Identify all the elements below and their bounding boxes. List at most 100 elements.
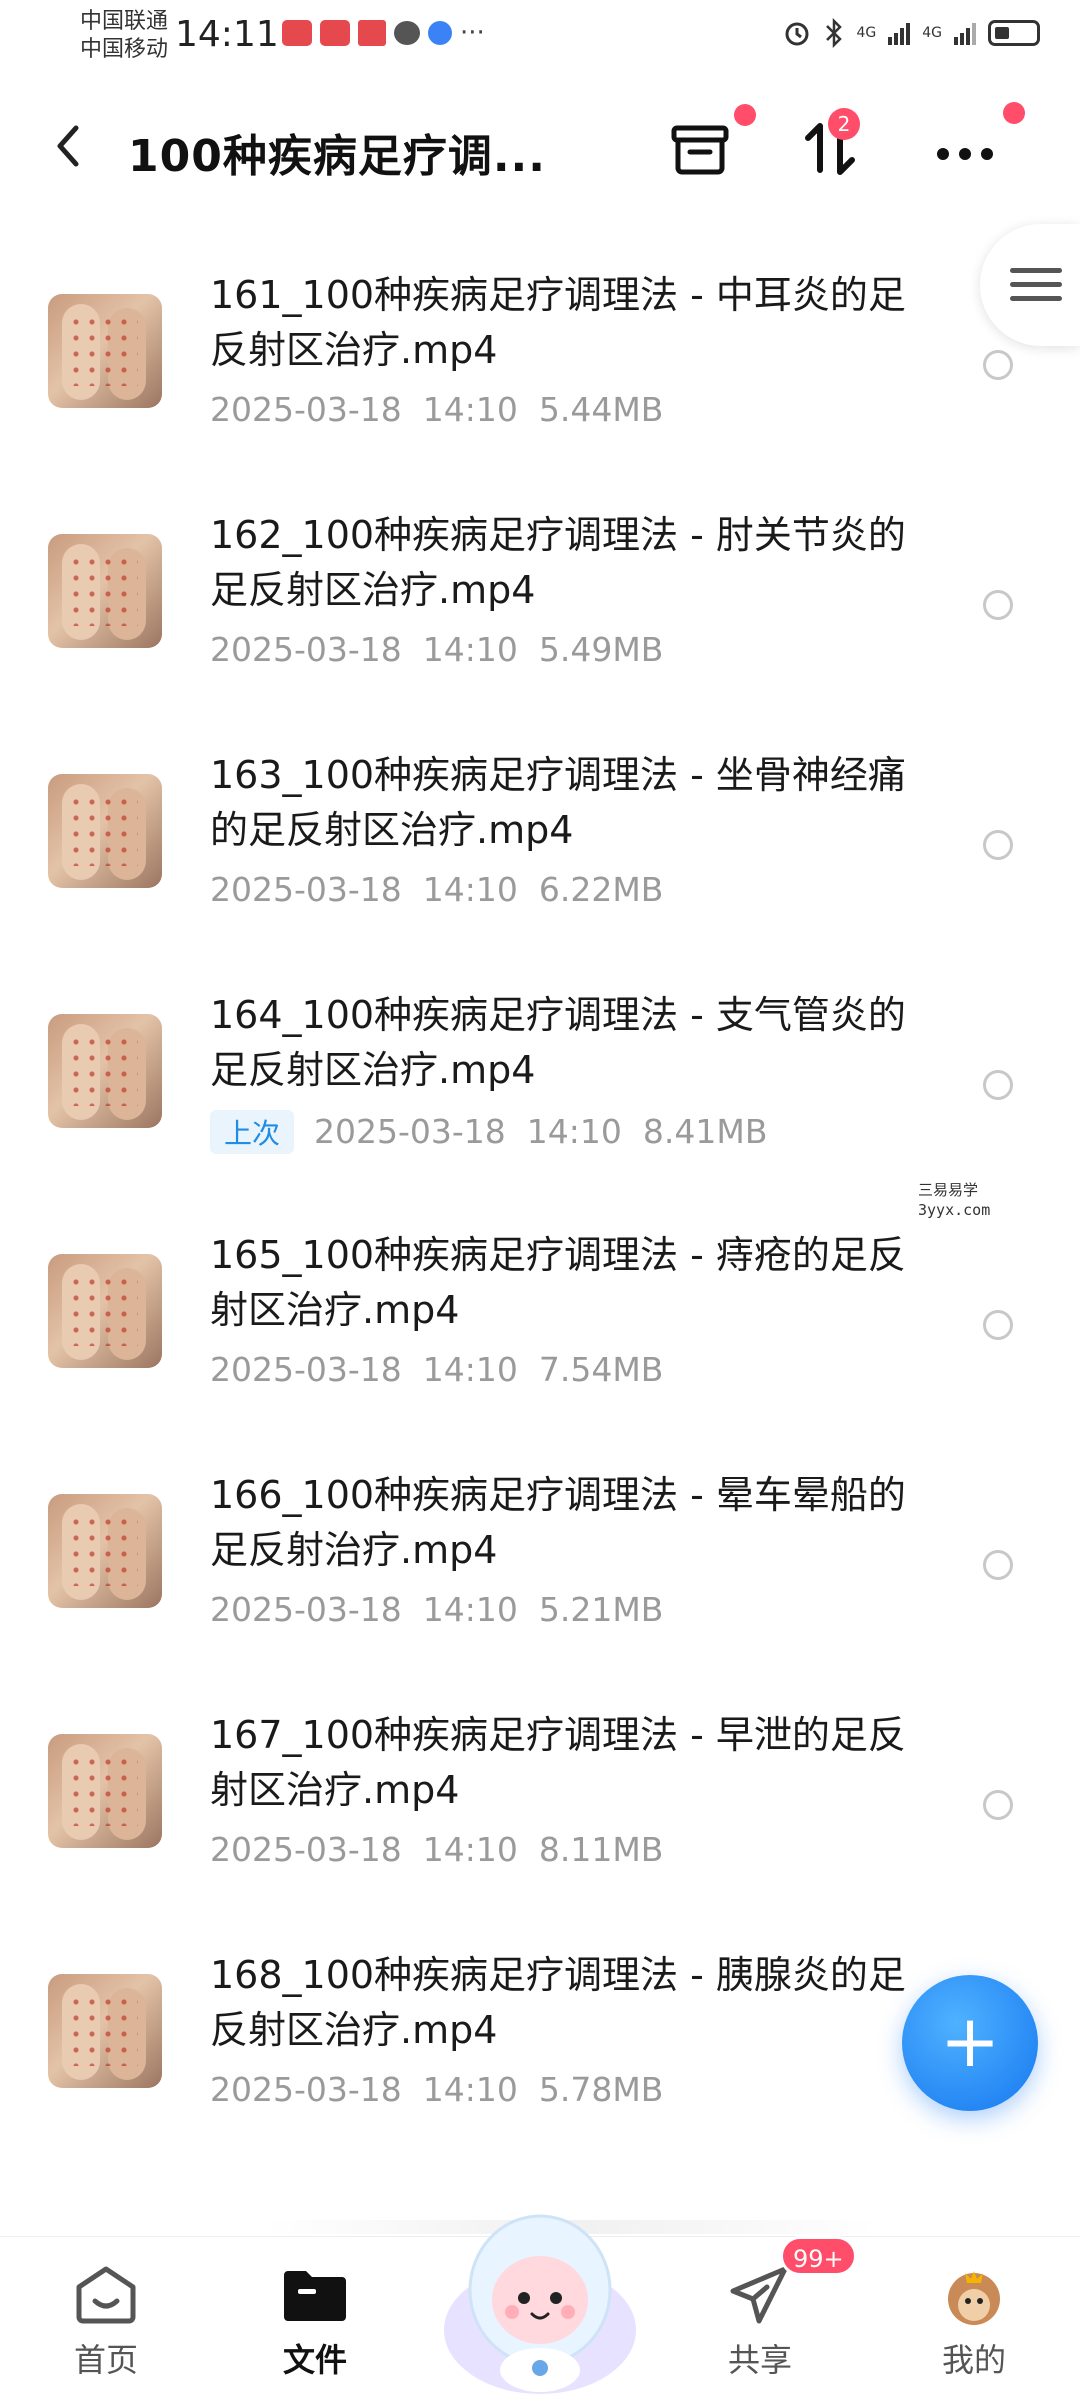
more-options-button[interactable] (925, 102, 1025, 190)
signal-icon (888, 21, 911, 45)
carrier-1: 中国联通 (80, 9, 169, 34)
archive-box-icon (671, 125, 729, 175)
nav-home-label: 首页 (73, 2341, 138, 2379)
huawei-app-icon (320, 20, 350, 46)
file-date: 2025-03-18 (210, 630, 402, 669)
file-row[interactable]: 164_100种疾病足疗调理法 - 支气管炎的足反射区治疗.mp4 上次 2025-… (0, 964, 1080, 1208)
video-thumbnail (48, 1734, 162, 1848)
transfer-count-badge: 2 (828, 108, 860, 140)
file-row[interactable]: 163_100种疾病足疗调理法 - 坐骨神经痛的足反射区治疗.mp4 2025-0… (0, 724, 1080, 968)
network-type-2: 4G (922, 25, 942, 41)
file-name: 162_100种疾病足疗调理法 - 肘关节炎的足反射区治疗.mp4 (210, 513, 906, 612)
file-meta: 上次 2025-03-18 14:10 8.41MB (210, 1110, 767, 1154)
home-icon (76, 2266, 136, 2324)
share-count-badge: 99+ (780, 2236, 857, 2276)
file-date: 2025-03-18 (210, 870, 402, 909)
nav-home[interactable]: 首页 (36, 2257, 176, 2397)
file-date: 2025-03-18 (210, 2070, 402, 2109)
system-icons: 4G 4G (782, 18, 1040, 48)
file-row[interactable]: 165_100种疾病足疗调理法 - 痔疮的足反射区治疗.mp4 2025-03-1… (0, 1204, 1080, 1448)
file-date: 2025-03-18 (210, 1350, 402, 1389)
carrier-info: 中国联通 中国移动 (80, 8, 168, 64)
plus-icon: + (939, 1999, 1001, 2083)
notification-dot (734, 104, 756, 126)
file-time: 14:10 (422, 1350, 518, 1389)
status-time: 14:11 (175, 14, 279, 55)
file-name: 163_100种疾病足疗调理法 - 坐骨神经痛的足反射区治疗.mp4 (210, 753, 906, 852)
page-title: 100种疾病足疗调... (128, 131, 546, 182)
status-bar: 中国联通 中国移动 14:11 ··· 4G 4G (0, 0, 1080, 76)
nav-files[interactable]: 文件 (245, 2257, 385, 2397)
file-size: 5.44MB (538, 390, 664, 429)
file-date: 2025-03-18 (314, 1112, 506, 1151)
bluetooth-icon (826, 18, 843, 48)
select-checkbox[interactable] (983, 350, 1013, 380)
file-meta: 2025-03-18 14:10 5.44MB (210, 390, 663, 429)
file-size: 5.21MB (538, 1590, 664, 1629)
file-name: 166_100种疾病足疗调理法 - 晕车晕船的足反射治疗.mp4 (210, 1473, 906, 1572)
video-thumbnail (48, 534, 162, 648)
mascot-assistant-button[interactable] (430, 2180, 650, 2400)
network-type-1: 4G (856, 25, 877, 41)
alarm-icon (785, 22, 809, 46)
more-notifications-icon: ··· (460, 18, 485, 48)
watermark-line-2: 3yyx.com (918, 1201, 991, 1219)
select-checkbox[interactable] (983, 830, 1013, 860)
top-app-bar: 100种疾病足疗调... 2 (0, 90, 1080, 200)
file-row[interactable]: 167_100种疾病足疗调理法 - 早泄的足反射区治疗.mp4 2025-03-1… (0, 1684, 1080, 1928)
file-time: 14:10 (422, 630, 518, 669)
watermark: 三易易学 3yyx.com (918, 1180, 990, 1220)
back-button[interactable] (48, 118, 88, 174)
watermark-line-1: 三易易学 (918, 1181, 979, 1199)
file-time: 14:10 (422, 1830, 518, 1869)
nav-files-label: 文件 (282, 2341, 347, 2379)
file-row[interactable]: 166_100种疾病足疗调理法 - 晕车晕船的足反射治疗.mp4 2025-03-… (0, 1444, 1080, 1688)
folder-icon (284, 2271, 346, 2321)
chevron-left-icon (57, 125, 79, 167)
video-thumbnail (48, 1014, 162, 1128)
file-row[interactable]: 162_100种疾病足疗调理法 - 肘关节炎的足反射区治疗.mp4 2025-03… (0, 484, 1080, 728)
nav-mine[interactable]: 我的 (904, 2257, 1044, 2397)
video-thumbnail (48, 1494, 162, 1608)
file-time: 14:10 (422, 390, 518, 429)
video-thumbnail (48, 1974, 162, 2088)
file-size: 6.22MB (538, 870, 664, 909)
file-meta: 2025-03-18 14:10 6.22MB (210, 870, 663, 909)
archive-button[interactable] (660, 104, 756, 190)
file-size: 7.54MB (538, 1350, 664, 1389)
select-checkbox[interactable] (983, 1790, 1013, 1820)
video-thumbnail (48, 294, 162, 408)
file-date: 2025-03-18 (210, 1830, 402, 1869)
huawei-app-icon (282, 20, 312, 46)
file-size: 5.49MB (538, 630, 664, 669)
signal-icon (954, 21, 976, 45)
file-meta: 2025-03-18 14:10 5.21MB (210, 1590, 663, 1629)
select-checkbox[interactable] (983, 590, 1013, 620)
battery-icon (988, 20, 1040, 46)
transfer-button[interactable]: 2 (790, 108, 870, 190)
file-row[interactable]: 161_100种疾病足疗调理法 - 中耳炎的足反射区治疗.mp4 2025-03-… (0, 244, 1080, 488)
file-meta: 2025-03-18 14:10 5.49MB (210, 630, 663, 669)
nav-mine-label: 我的 (941, 2341, 1006, 2379)
video-thumbnail (48, 1254, 162, 1368)
file-date: 2025-03-18 (210, 1590, 402, 1629)
notification-icons: ··· (282, 20, 485, 46)
add-fab-button[interactable]: + (902, 1975, 1038, 2111)
file-name: 165_100种疾病足疗调理法 - 痔疮的足反射区治疗.mp4 (210, 1233, 906, 1332)
avatar-icon (948, 2271, 1000, 2325)
select-checkbox[interactable] (983, 1550, 1013, 1580)
video-thumbnail (48, 774, 162, 888)
file-name: 164_100种疾病足疗调理法 - 支气管炎的足反射区治疗.mp4 (210, 993, 906, 1092)
notification-dot (1003, 102, 1025, 124)
select-checkbox[interactable] (983, 1310, 1013, 1340)
file-size: 8.11MB (538, 1830, 664, 1869)
select-checkbox[interactable] (983, 1070, 1013, 1100)
send-icon (730, 2266, 788, 2324)
file-time: 14:10 (422, 2070, 518, 2109)
nav-share-label: 共享 (727, 2341, 792, 2379)
file-meta: 2025-03-18 14:10 7.54MB (210, 1350, 663, 1389)
file-size: 5.78MB (538, 2070, 664, 2109)
file-name: 167_100种疾病足疗调理法 - 早泄的足反射区治疗.mp4 (210, 1713, 906, 1812)
file-time: 14:10 (422, 1590, 518, 1629)
more-dots-icon (937, 148, 993, 160)
